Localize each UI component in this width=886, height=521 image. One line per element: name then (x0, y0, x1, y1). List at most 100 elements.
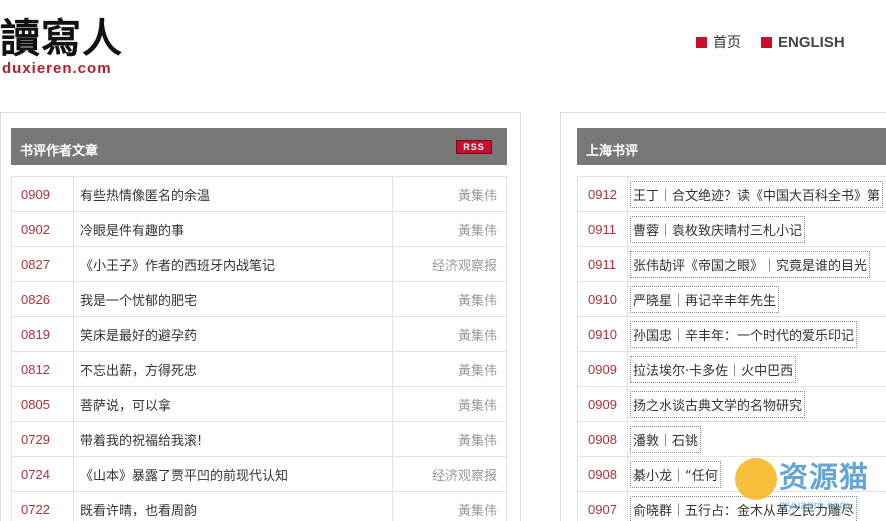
row-date: 0812 (11, 351, 74, 387)
article-link[interactable]: 菩萨说，可以拿 (80, 399, 171, 414)
row-date: 0827 (11, 246, 74, 282)
review-link[interactable]: 拉法埃尔·卡多佐｜火中巴西 (630, 355, 797, 383)
row-title: 拉法埃尔·卡多佐｜火中巴西 (627, 351, 886, 387)
row-date: 0724 (11, 456, 74, 492)
red-square-icon (761, 36, 772, 48)
row-title: 有些热情像匿名的余温 (73, 176, 393, 212)
article-link[interactable]: 笑床是最好的避孕药 (80, 329, 197, 344)
row-title: 笑床是最好的避孕药 (73, 316, 393, 352)
nav-home-label: 首页 (713, 34, 741, 50)
top-nav: 首页 ENGLISH (696, 32, 845, 52)
table-row: 0910 严晓星｜再记辛丰年先生 (577, 281, 886, 317)
panel-title: 书评作者文章 (20, 144, 99, 159)
article-link[interactable]: 《小王子》作者的西班牙内战笔记 (80, 259, 275, 274)
row-date: 0910 (577, 281, 628, 317)
watermark-domain: ziyuanm.com (779, 498, 850, 512)
cat-logo-icon (735, 458, 777, 500)
row-date: 0911 (577, 211, 628, 247)
row-author: 经济观察报 (392, 456, 507, 492)
row-title: 王丁｜合文绝迹？读《中国大百科全书》第 (627, 176, 886, 212)
review-link[interactable]: 王丁｜合文绝迹？读《中国大百科全书》第 (630, 180, 884, 208)
article-link[interactable]: 不忘出薪，方得死忠 (80, 364, 197, 379)
article-link[interactable]: 冷眼是件有趣的事 (80, 224, 184, 239)
table-row: 0826 我是一个忧郁的肥宅 黃集伟 (11, 281, 507, 317)
review-link[interactable]: 曹蓉｜袁枚致庆晴村三札小记 (630, 215, 806, 243)
row-date: 0819 (11, 316, 74, 352)
row-date: 0910 (577, 316, 628, 352)
row-date: 0912 (577, 176, 628, 212)
red-square-icon (696, 36, 707, 48)
row-date: 0909 (577, 386, 628, 422)
row-date: 0826 (11, 281, 74, 317)
row-author: 黃集伟 (392, 316, 507, 352)
watermark-text: 资源猫 (779, 460, 870, 494)
table-row: 0911 曹蓉｜袁枚致庆晴村三札小记 (577, 211, 886, 247)
row-date: 0902 (11, 211, 74, 247)
article-link[interactable]: 《山本》暴露了贾平凹的前现代认知 (80, 469, 288, 484)
table-row: 0722 既看许晴，也看周韵 黃集伟 (11, 491, 507, 521)
row-title: 曹蓉｜袁枚致庆晴村三札小记 (627, 211, 886, 247)
row-author: 黃集伟 (392, 176, 507, 212)
row-title: 严晓星｜再记辛丰年先生 (627, 281, 886, 317)
row-title: 带着我的祝福给我滚! (73, 421, 393, 457)
nav-english[interactable]: ENGLISH (761, 32, 845, 52)
row-title: 张伟劼评《帝国之眼》｜究竟是谁的目光 (627, 246, 886, 282)
review-link[interactable]: 綦小龙｜“任何 (630, 460, 721, 488)
book-review-author-panel: 书评作者文章 RSS 0909 有些热情像匿名的余温 黃集伟 0902 冷眼是件有趣的事… (0, 112, 521, 521)
row-title: 《小王子》作者的西班牙内战笔记 (73, 246, 393, 282)
rss-button[interactable]: RSS (456, 140, 492, 154)
table-row: 0912 王丁｜合文绝迹？读《中国大百科全书》第 (577, 176, 886, 212)
row-author: 经济观察报 (392, 246, 507, 282)
nav-english-label: ENGLISH (778, 33, 845, 51)
row-author: 黃集伟 (392, 211, 507, 247)
row-date: 0908 (577, 421, 628, 457)
row-title: 孙国忠｜辛丰年：一个时代的爱乐印记 (627, 316, 886, 352)
table-row: 0911 张伟劼评《帝国之眼》｜究竟是谁的目光 (577, 246, 886, 282)
table-row: 0909 拉法埃尔·卡多佐｜火中巴西 (577, 351, 886, 387)
panel-header: 书评作者文章 RSS (11, 128, 507, 165)
nav-home[interactable]: 首页 (696, 32, 741, 52)
row-date: 0911 (577, 246, 628, 282)
row-title: 菩萨说，可以拿 (73, 386, 393, 422)
article-link[interactable]: 我是一个忧郁的肥宅 (80, 294, 197, 309)
table-row: 0724 《山本》暴露了贾平凹的前现代认知 经济观察报 (11, 456, 507, 492)
article-link[interactable]: 带着我的祝福给我滚! (80, 434, 202, 449)
site-logo[interactable]: 讀寫人 duxieren.com (0, 0, 160, 80)
row-date: 0908 (577, 456, 628, 492)
article-table: 0909 有些热情像匿名的余温 黃集伟 0902 冷眼是件有趣的事 黃集伟 0827 《小王子… (11, 176, 507, 521)
row-author: 黃集伟 (392, 281, 507, 317)
logo-chinese: 讀寫人 (0, 15, 123, 62)
table-row: 0812 不忘出薪，方得死忠 黃集伟 (11, 351, 507, 387)
row-title: 冷眼是件有趣的事 (73, 211, 393, 247)
row-title: 扬之水谈古典文学的名物研究 (627, 386, 886, 422)
row-author: 黃集伟 (392, 491, 507, 521)
row-date: 0909 (11, 176, 74, 212)
review-link[interactable]: 严晓星｜再记辛丰年先生 (630, 285, 780, 313)
row-author: 黃集伟 (392, 421, 507, 457)
row-date: 0909 (577, 351, 628, 387)
table-row: 0819 笑床是最好的避孕药 黃集伟 (11, 316, 507, 352)
review-link[interactable]: 孙国忠｜辛丰年：一个时代的爱乐印记 (630, 320, 858, 348)
table-row: 0909 扬之水谈古典文学的名物研究 (577, 386, 886, 422)
review-link[interactable]: 扬之水谈古典文学的名物研究 (630, 390, 806, 418)
row-date: 0907 (577, 491, 628, 521)
table-row: 0910 孙国忠｜辛丰年：一个时代的爱乐印记 (577, 316, 886, 352)
row-date: 0722 (11, 491, 74, 521)
table-row: 0902 冷眼是件有趣的事 黃集伟 (11, 211, 507, 247)
table-row: 0909 有些热情像匿名的余温 黃集伟 (11, 176, 507, 212)
watermark: 资源猫 ziyuanm.com (735, 452, 885, 518)
row-author: 黃集伟 (392, 351, 507, 387)
row-date: 0729 (11, 421, 74, 457)
article-link[interactable]: 有些热情像匿名的余温 (80, 189, 210, 204)
row-title: 不忘出薪，方得死忠 (73, 351, 393, 387)
review-link[interactable]: 潘敦｜石铫 (630, 425, 702, 453)
review-link[interactable]: 张伟劼评《帝国之眼》｜究竟是谁的目光 (630, 250, 871, 278)
table-row: 0729 带着我的祝福给我滚! 黃集伟 (11, 421, 507, 457)
table-row: 0827 《小王子》作者的西班牙内战笔记 经济观察报 (11, 246, 507, 282)
row-title: 我是一个忧郁的肥宅 (73, 281, 393, 317)
article-link[interactable]: 既看许晴，也看周韵 (80, 504, 197, 519)
panel-header: 上海书评 (577, 128, 886, 165)
row-date: 0805 (11, 386, 74, 422)
logo-domain: duxieren.com (2, 60, 112, 77)
row-author: 黃集伟 (392, 386, 507, 422)
